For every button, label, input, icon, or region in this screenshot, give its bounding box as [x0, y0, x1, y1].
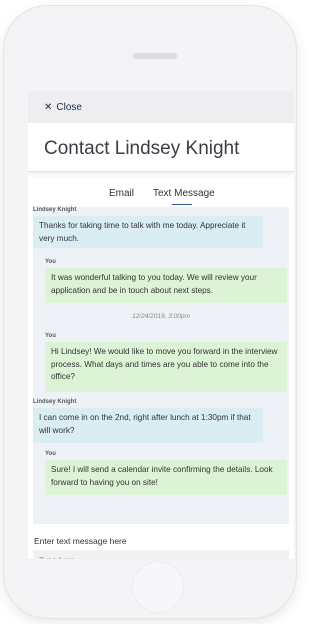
tab-email[interactable]: Email: [109, 188, 134, 199]
message-sender: Lindsey Knight: [33, 399, 77, 405]
tab-text-message[interactable]: Text Message: [153, 188, 215, 199]
message-sender: You: [45, 451, 56, 457]
message-bubble-outgoing: It was wonderful talking to you today. W…: [45, 268, 287, 303]
message-bubble-outgoing: Hi Lindsey! We would like to move you fo…: [45, 342, 287, 392]
close-icon: ✕: [44, 101, 53, 113]
tab-bar: Email Text Message: [28, 181, 294, 209]
message-sender: You: [45, 259, 56, 265]
compose-label: Enter text message here: [34, 536, 127, 546]
message-sender: You: [45, 333, 56, 339]
message-sender: Lindsey Knight: [33, 207, 77, 213]
page-title: Contact Lindsey Knight: [44, 138, 240, 159]
phone-speaker: [133, 53, 177, 59]
message-thread: Lindsey Knight Thanks for taking time to…: [33, 207, 289, 524]
screen: ✕ Close Contact Lindsey Knight Email Tex…: [28, 91, 294, 559]
close-button[interactable]: ✕ Close: [44, 102, 82, 113]
message-bubble-outgoing: Sure! I will send a calendar invite conf…: [45, 460, 287, 495]
message-bubble-incoming: Thanks for taking time to talk with me t…: [33, 216, 263, 248]
message-bubble-incoming: I can come in on the 2nd, right after lu…: [33, 408, 263, 443]
close-label: Close: [56, 101, 82, 113]
message-input[interactable]: [33, 550, 289, 559]
active-tab-indicator: [172, 204, 192, 205]
message-timestamp: 12/24/2019, 3:00pm: [132, 313, 190, 320]
close-bar: ✕ Close: [28, 91, 294, 123]
title-area: Contact Lindsey Knight: [28, 123, 294, 172]
home-button[interactable]: [132, 561, 184, 613]
phone-frame: ✕ Close Contact Lindsey Knight Email Tex…: [4, 6, 296, 618]
